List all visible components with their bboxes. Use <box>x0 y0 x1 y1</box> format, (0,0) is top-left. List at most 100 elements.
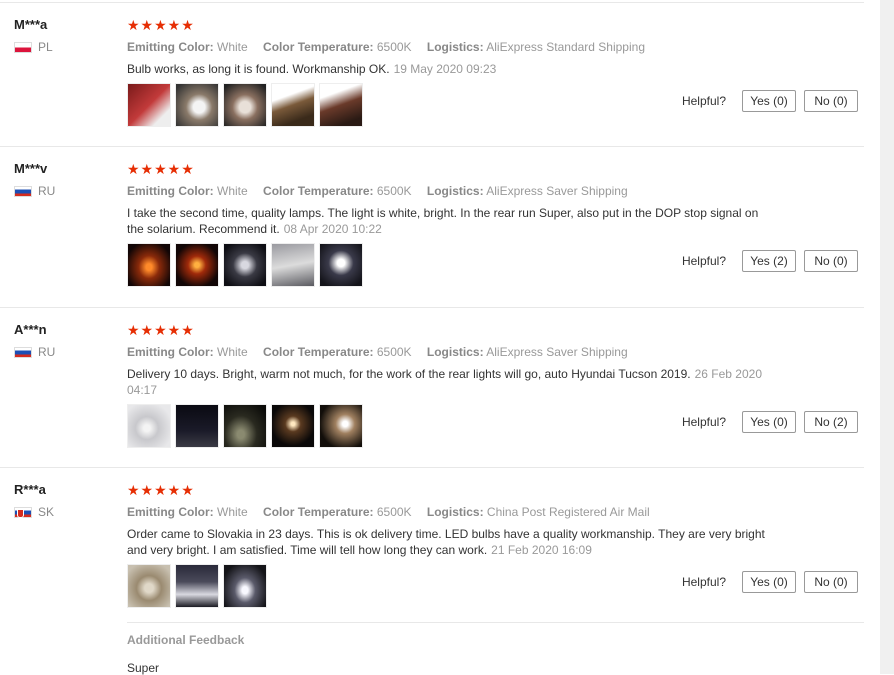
review-item: A***n RU ★★★★★ Emitting Color: White Col… <box>0 308 864 468</box>
reviewer-country: PL <box>14 40 53 54</box>
review-text: Order came to Slovakia in 23 days. This … <box>127 526 777 558</box>
review-photo-thumbnail[interactable] <box>223 83 267 127</box>
logistics-value: AliExpress Saver Shipping <box>486 184 628 198</box>
helpful-no-button[interactable]: No (0) <box>804 250 858 272</box>
review-photo-thumbnail[interactable] <box>175 83 219 127</box>
review-content: Order came to Slovakia in 23 days. This … <box>127 527 765 557</box>
review-photo-thumbnail[interactable] <box>271 83 315 127</box>
review-photo-thumbnail[interactable] <box>175 564 219 608</box>
helpful-vote: Helpful? Yes (0) No (0) <box>682 90 858 112</box>
helpful-vote: Helpful? Yes (2) No (0) <box>682 250 858 272</box>
reviewer-country: RU <box>14 345 55 359</box>
logistics-value: AliExpress Saver Shipping <box>486 345 628 359</box>
helpful-label: Helpful? <box>681 254 726 268</box>
product-attributes: Emitting Color: White Color Temperature:… <box>127 39 787 55</box>
reviewer-country: RU <box>14 184 55 198</box>
country-code: SK <box>38 505 55 519</box>
review-text: Delivery 10 days. Bright, warm not much,… <box>127 366 777 398</box>
reviewer-info: M***v RU <box>14 161 55 198</box>
reviewer-info: R***a SK <box>14 482 54 519</box>
russia-flag-icon <box>14 346 32 358</box>
color-temperature-label: Color Temperature: <box>263 505 374 519</box>
reviewer-info: A***n RU <box>14 322 55 359</box>
product-attributes: Emitting Color: White Color Temperature:… <box>127 183 787 199</box>
color-temperature-value: 6500K <box>376 184 412 198</box>
product-attributes: Emitting Color: White Color Temperature:… <box>127 504 787 520</box>
emitting-color-label: Emitting Color: <box>127 184 214 198</box>
color-temperature-value: 6500K <box>376 345 412 359</box>
star-rating: ★★★★★ <box>127 482 195 498</box>
review-date: 08 Apr 2020 10:22 <box>283 222 382 236</box>
review-content: Delivery 10 days. Bright, warm not much,… <box>127 367 691 381</box>
helpful-label: Helpful? <box>681 94 726 108</box>
emitting-color-value: White <box>217 40 248 54</box>
product-attributes: Emitting Color: White Color Temperature:… <box>127 344 787 360</box>
review-photo-thumbnail[interactable] <box>271 404 315 448</box>
helpful-vote: Helpful? Yes (0) No (2) <box>682 411 858 433</box>
review-item: M***a PL ★★★★★ Emitting Color: White Col… <box>0 3 864 147</box>
review-content: Bulb works, as long it is found. Workman… <box>127 62 390 76</box>
additional-feedback: Additional Feedback Super <box>127 622 864 675</box>
additional-feedback-title: Additional Feedback <box>127 633 245 647</box>
emitting-color-value: White <box>217 345 248 359</box>
helpful-no-button[interactable]: No (0) <box>804 571 858 593</box>
country-code: PL <box>38 40 53 54</box>
logistics-label: Logistics: <box>426 184 484 198</box>
review-text: Bulb works, as long it is found. Workman… <box>127 61 777 77</box>
helpful-vote: Helpful? Yes (0) No (0) <box>682 571 858 593</box>
helpful-yes-button[interactable]: Yes (0) <box>742 411 796 433</box>
helpful-label: Helpful? <box>681 415 726 429</box>
star-rating: ★★★★★ <box>127 161 195 177</box>
reviewer-info: M***a PL <box>14 17 53 54</box>
reviewer-name: M***v <box>14 161 48 176</box>
reviewer-name: A***n <box>14 322 47 337</box>
color-temperature-label: Color Temperature: <box>263 184 374 198</box>
review-text: I take the second time, quality lamps. T… <box>127 205 777 237</box>
country-code: RU <box>38 345 56 359</box>
star-rating: ★★★★★ <box>127 17 195 33</box>
logistics-value: China Post Registered Air Mail <box>486 505 650 519</box>
review-photo-thumbnail[interactable] <box>175 243 219 287</box>
emitting-color-label: Emitting Color: <box>127 505 214 519</box>
reviewer-country: SK <box>14 505 54 519</box>
logistics-value: AliExpress Standard Shipping <box>486 40 645 54</box>
helpful-yes-button[interactable]: Yes (0) <box>742 90 796 112</box>
review-photo-thumbnail[interactable] <box>271 243 315 287</box>
review-content: I take the second time, quality lamps. T… <box>127 206 759 236</box>
color-temperature-label: Color Temperature: <box>263 40 374 54</box>
review-photo-thumbnail[interactable] <box>127 243 171 287</box>
russia-flag-icon <box>14 185 32 197</box>
color-temperature-value: 6500K <box>376 40 412 54</box>
poland-flag-icon <box>14 41 32 53</box>
color-temperature-label: Color Temperature: <box>263 345 374 359</box>
review-date: 19 May 2020 09:23 <box>393 62 497 76</box>
logistics-label: Logistics: <box>426 505 484 519</box>
review-photo-thumbnail[interactable] <box>319 243 363 287</box>
review-date: 21 Feb 2020 16:09 <box>491 543 592 557</box>
helpful-yes-button[interactable]: Yes (0) <box>742 571 796 593</box>
emitting-color-label: Emitting Color: <box>127 40 214 54</box>
review-photo-thumbnail[interactable] <box>223 564 267 608</box>
review-photo-thumbnail[interactable] <box>127 564 171 608</box>
review-photo-thumbnail[interactable] <box>319 404 363 448</box>
logistics-label: Logistics: <box>426 345 484 359</box>
review-item: M***v RU ★★★★★ Emitting Color: White Col… <box>0 147 864 308</box>
review-photo-thumbnail[interactable] <box>223 404 267 448</box>
emitting-color-value: White <box>217 505 248 519</box>
review-photo-thumbnail[interactable] <box>127 83 171 127</box>
color-temperature-value: 6500K <box>376 505 412 519</box>
scrollbar-track[interactable] <box>880 0 894 674</box>
reviewer-name: R***a <box>14 482 46 497</box>
additional-feedback-text: Super <box>127 661 160 675</box>
review-photo-thumbnail[interactable] <box>223 243 267 287</box>
review-photo-thumbnail[interactable] <box>127 404 171 448</box>
helpful-label: Helpful? <box>681 575 726 589</box>
country-code: RU <box>38 184 56 198</box>
slovakia-flag-icon <box>14 506 32 518</box>
review-photo-thumbnail[interactable] <box>319 83 363 127</box>
helpful-no-button[interactable]: No (0) <box>804 90 858 112</box>
helpful-yes-button[interactable]: Yes (2) <box>742 250 796 272</box>
logistics-label: Logistics: <box>426 40 484 54</box>
review-photo-thumbnail[interactable] <box>175 404 219 448</box>
helpful-no-button[interactable]: No (2) <box>804 411 858 433</box>
